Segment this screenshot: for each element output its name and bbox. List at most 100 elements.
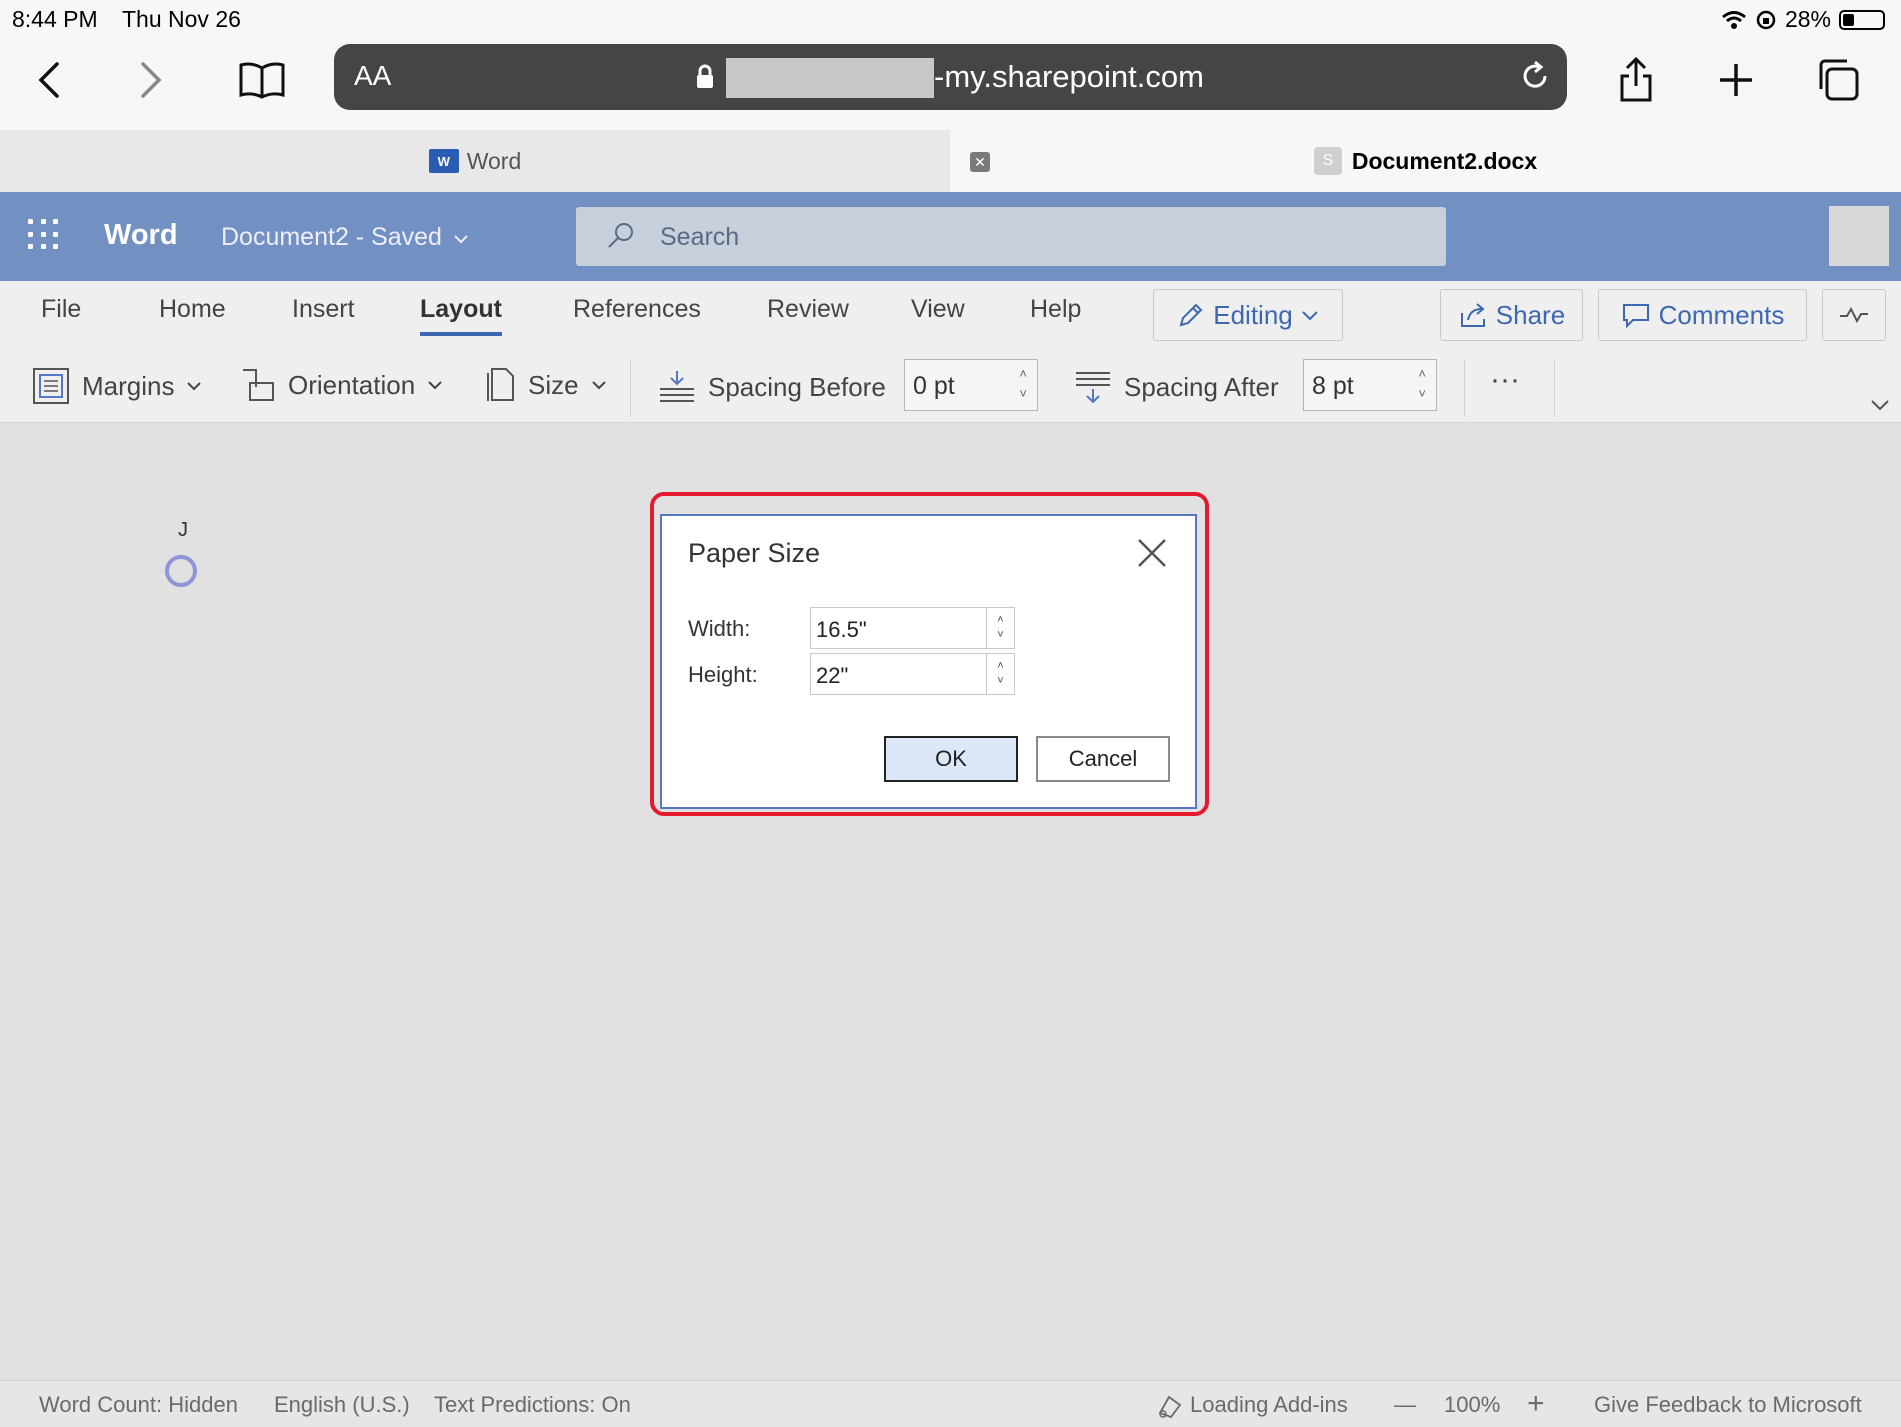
- height-label: Height:: [688, 662, 758, 687]
- spacing-after-value: 8 pt: [1312, 372, 1354, 400]
- chevron-down-icon: [454, 235, 468, 244]
- activity-button[interactable]: [1822, 289, 1886, 341]
- spacing-after-label-group: Spacing After: [1074, 369, 1279, 405]
- url-domain: -my.sharepoint.com: [934, 59, 1204, 94]
- spacing-before-label-group: Spacing Before: [658, 369, 886, 405]
- ribbon-divider: [630, 359, 631, 417]
- collaborator-cursor-icon: [165, 555, 197, 587]
- size-button[interactable]: Size: [486, 367, 607, 403]
- status-indicators: 28%: [1721, 6, 1885, 33]
- orientation-button[interactable]: Orientation: [240, 367, 443, 403]
- avatar[interactable]: [1829, 206, 1889, 266]
- word-count[interactable]: Word Count: Hidden: [39, 1392, 238, 1418]
- tab-help[interactable]: Help: [1030, 295, 1081, 324]
- orientation-lock-icon: [1756, 10, 1776, 29]
- page-size-icon: [487, 368, 514, 401]
- tab-word[interactable]: W Word ✕: [0, 130, 990, 192]
- status-time: 8:44 PM: [12, 6, 98, 32]
- back-icon[interactable]: [20, 50, 80, 110]
- document-title[interactable]: Document2 - Saved: [221, 223, 469, 252]
- chevron-down-icon: [591, 381, 606, 390]
- text-predictions[interactable]: Text Predictions: On: [434, 1392, 631, 1418]
- activity-icon: [1840, 306, 1868, 324]
- tab-references[interactable]: References: [573, 295, 701, 324]
- spacing-before-input[interactable]: 0 pt ˄ ˅: [904, 359, 1038, 411]
- search-box[interactable]: Search: [576, 207, 1446, 266]
- zoom-in-button[interactable]: +: [1527, 1387, 1545, 1421]
- size-label: Size: [528, 369, 579, 400]
- document-title-text: Document2 - Saved: [221, 223, 442, 251]
- zoom-level[interactable]: 100%: [1444, 1392, 1500, 1418]
- ribbon-divider: [1554, 359, 1555, 417]
- spacing-after-input[interactable]: 8 pt ˄ ˅: [1303, 359, 1437, 411]
- spinner-arrows-icon[interactable]: ˄ ˅: [1418, 364, 1426, 404]
- chevron-down-icon: [428, 381, 442, 390]
- tab-view[interactable]: View: [911, 295, 965, 324]
- comments-button[interactable]: Comments: [1598, 289, 1807, 341]
- addins-icon: [1158, 1395, 1182, 1419]
- new-tab-icon[interactable]: [1706, 50, 1766, 110]
- search-icon: [608, 223, 633, 248]
- tab-review[interactable]: Review: [767, 295, 849, 324]
- search-placeholder: Search: [660, 223, 740, 251]
- comments-label: Comments: [1658, 299, 1785, 330]
- ok-button[interactable]: OK: [884, 736, 1018, 782]
- comment-icon: [1622, 304, 1649, 329]
- close-icon[interactable]: [1135, 536, 1169, 570]
- spinner-arrows-icon[interactable]: ˄ ˅: [1019, 364, 1027, 404]
- editing-button[interactable]: Editing: [1153, 289, 1343, 341]
- addins-status: Loading Add-ins: [1190, 1392, 1348, 1417]
- width-field[interactable]: 16.5": [810, 607, 987, 649]
- spacing-before-value: 0 pt: [913, 372, 955, 400]
- dialog-title: Paper Size: [688, 538, 821, 568]
- orientation-label: Orientation: [288, 369, 416, 400]
- tab-file[interactable]: File: [41, 295, 81, 324]
- share-icon[interactable]: [1606, 50, 1666, 110]
- share-arrow-icon: [1460, 303, 1485, 327]
- ios-status-bar: 8:44 PM Thu Nov 26 28%: [0, 0, 1901, 36]
- share-button[interactable]: Share: [1440, 289, 1583, 341]
- address-bar[interactable]: AA -my.sharepoint.com: [334, 44, 1567, 110]
- battery-icon: [1839, 9, 1885, 30]
- width-spinner-icon[interactable]: ˄ ˅: [987, 607, 1015, 649]
- spacing-after-icon: [1076, 372, 1110, 404]
- word-status-bar: Word Count: Hidden English (U.S.) Text P…: [0, 1380, 1901, 1427]
- spacing-before-icon: [660, 371, 694, 402]
- battery-percent: 28%: [1784, 6, 1831, 32]
- feedback-link[interactable]: Give Feedback to Microsoft: [1594, 1392, 1862, 1418]
- margins-button[interactable]: Margins: [32, 367, 202, 405]
- height-spinner-icon[interactable]: ˄ ˅: [987, 653, 1015, 695]
- collaborator-cursor-label: J: [178, 519, 188, 541]
- orientation-icon: [243, 369, 274, 401]
- more-options-button[interactable]: ···: [1490, 363, 1520, 397]
- zoom-out-button[interactable]: —: [1394, 1392, 1416, 1418]
- tab-home[interactable]: Home: [159, 295, 226, 324]
- margins-icon: [33, 368, 69, 404]
- tab-layout[interactable]: Layout: [420, 295, 502, 336]
- cancel-button[interactable]: Cancel: [1036, 736, 1170, 782]
- language[interactable]: English (U.S.): [274, 1392, 410, 1418]
- ribbon-tab-bar: File Home Insert Layout References Revie…: [0, 281, 1901, 349]
- word-header: Word Document2 - Saved Search: [0, 192, 1901, 281]
- tab-document[interactable]: S Document2.docx: [950, 130, 1901, 192]
- browser-tab-bar: W Word ✕ S Document2.docx: [0, 130, 1901, 192]
- reload-icon[interactable]: [1517, 58, 1553, 94]
- spacing-after-label: Spacing After: [1124, 371, 1279, 402]
- height-field[interactable]: 22": [810, 653, 987, 695]
- text-size-button[interactable]: AA: [354, 60, 391, 92]
- spacing-before-label: Spacing Before: [708, 371, 886, 402]
- bookmarks-icon[interactable]: [232, 50, 292, 110]
- lock-icon: [697, 64, 713, 88]
- safari-toolbar: AA -my.sharepoint.com: [0, 36, 1901, 130]
- forward-icon[interactable]: [120, 50, 180, 110]
- app-name[interactable]: Word: [104, 219, 178, 252]
- app-launcher-icon[interactable]: [28, 219, 60, 251]
- wifi-icon: [1722, 10, 1746, 29]
- width-label: Width:: [688, 616, 751, 641]
- tab-insert[interactable]: Insert: [292, 295, 355, 324]
- ribbon-divider: [1464, 359, 1465, 417]
- collapse-ribbon-icon[interactable]: [1870, 399, 1890, 411]
- tabs-icon[interactable]: [1808, 50, 1868, 110]
- word-logo-icon: W: [428, 149, 459, 173]
- tab-document-label: Document2.docx: [1351, 147, 1538, 174]
